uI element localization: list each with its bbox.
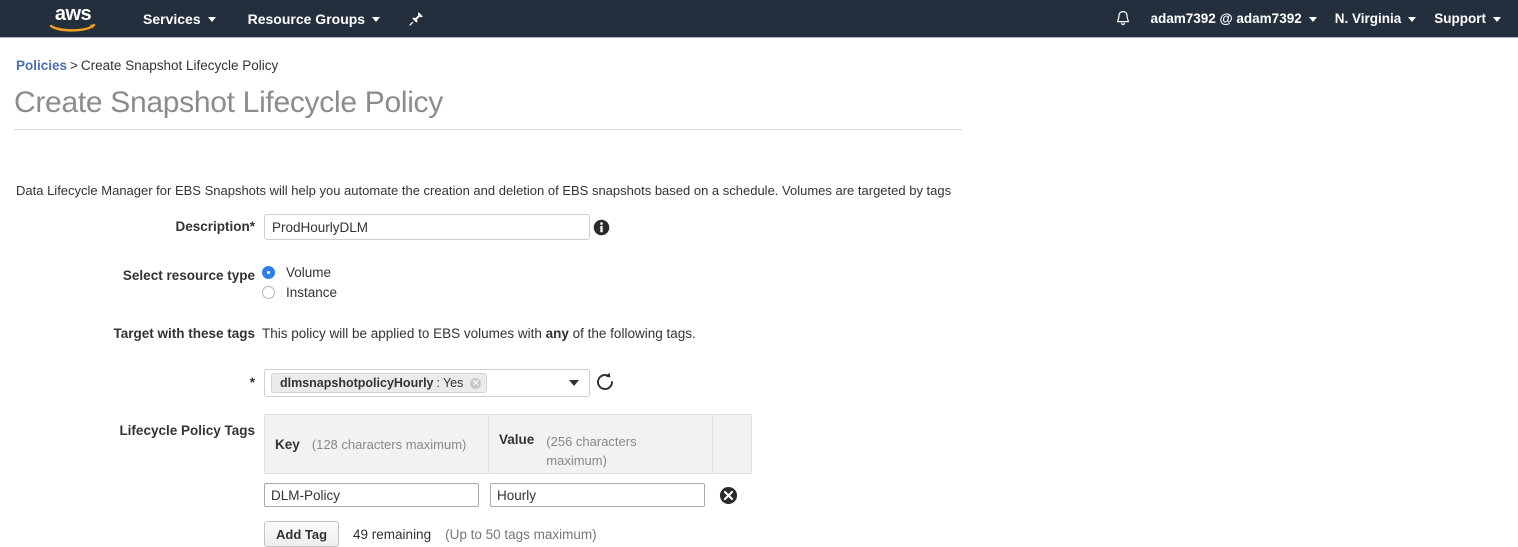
tags-max-hint: (Up to 50 tags maximum)	[445, 526, 597, 542]
nav-services-label: Services	[143, 10, 201, 27]
info-icon[interactable]	[593, 219, 610, 236]
radio-button-volume[interactable]	[262, 266, 275, 279]
breadcrumb-current: Create Snapshot Lifecycle Policy	[80, 58, 279, 73]
table-header-key-title: Key	[275, 436, 300, 452]
breadcrumb-separator: >	[70, 58, 78, 73]
tag-chip-separator: :	[436, 376, 440, 390]
close-icon[interactable]: ✕	[470, 377, 482, 389]
support-label: Support	[1434, 11, 1486, 26]
table-header-row: Key (128 characters maximum) Value (256 …	[264, 414, 752, 474]
tag-chip: dlmsnapshotpolicyHourly : Yes ✕	[271, 373, 488, 393]
breadcrumb-link-policies[interactable]: Policies	[16, 58, 67, 73]
page-title: Create Snapshot Lifecycle Policy	[14, 86, 962, 130]
lifecycle-tags-label: Lifecycle Policy Tags	[119, 423, 255, 438]
refresh-icon[interactable]	[594, 371, 616, 393]
table-header-value-title: Value	[499, 432, 535, 447]
resource-type-label: Select resource type	[122, 268, 255, 283]
tag-chip-value: Yes	[442, 376, 464, 390]
table-row	[264, 483, 752, 507]
table-header-value-hint: (256 characters maximum)	[546, 434, 637, 468]
lifecycle-tags-table: Key (128 characters maximum) Value (256 …	[264, 414, 752, 547]
target-tags-emphasis: any	[545, 326, 569, 341]
radio-option-volume[interactable]: Volume	[262, 263, 337, 282]
table-header-value: Value (256 characters maximum)	[489, 415, 713, 473]
notifications-button[interactable]	[1105, 0, 1141, 38]
tag-value-input[interactable]	[490, 483, 705, 507]
radio-option-instance[interactable]: Instance	[262, 283, 337, 302]
radio-button-instance[interactable]	[262, 286, 275, 299]
breadcrumb: Policies > Create Snapshot Lifecycle Polic…	[16, 58, 278, 73]
target-tags-text-after: of the following tags.	[568, 326, 696, 341]
account-label: adam7392 @ adam7392	[1150, 11, 1302, 26]
target-tags-label: Target with these tags	[113, 326, 255, 341]
nav-services[interactable]: Services	[134, 0, 225, 38]
description-label: Description*	[175, 219, 255, 234]
radio-label-volume: Volume	[286, 265, 332, 280]
top-navigation-bar: aws Services Resource Groups adam7392 @ …	[0, 0, 1518, 38]
table-header-key-hint: (128 characters maximum)	[311, 436, 467, 452]
account-menu[interactable]: adam7392 @ adam7392	[1141, 0, 1325, 38]
chevron-down-icon	[1408, 17, 1417, 22]
pushpin-icon	[409, 12, 423, 26]
table-header-actions	[713, 415, 751, 473]
nav-resource-groups[interactable]: Resource Groups	[239, 0, 389, 38]
pin-shortcut-button[interactable]	[401, 0, 432, 38]
chevron-down-icon[interactable]	[569, 380, 579, 386]
tag-chip-key: dlmsnapshotpolicyHourly	[280, 376, 434, 390]
target-tags-text-before: This policy will be applied to EBS volum…	[262, 326, 546, 341]
tags-remaining-count: 49 remaining	[353, 526, 432, 542]
aws-wordmark: aws	[54, 2, 92, 25]
tag-select-dropdown[interactable]: dlmsnapshotpolicyHourly : Yes ✕	[264, 369, 590, 397]
chevron-down-icon	[1493, 17, 1501, 22]
aws-logo[interactable]: aws	[46, 4, 100, 34]
chevron-down-icon	[1308, 17, 1317, 22]
chevron-down-icon	[372, 17, 381, 22]
radio-label-instance: Instance	[286, 285, 338, 300]
target-tags-description: This policy will be applied to EBS volum…	[262, 326, 696, 341]
resource-type-radio-group: Volume Instance	[262, 263, 337, 303]
tag-key-input[interactable]	[264, 483, 479, 507]
region-menu[interactable]: N. Virginia	[1326, 0, 1426, 38]
chevron-down-icon	[207, 17, 216, 22]
support-menu[interactable]: Support	[1425, 0, 1510, 38]
nav-resource-groups-label: Resource Groups	[247, 10, 366, 27]
aws-smile-icon	[50, 23, 96, 32]
bell-icon	[1117, 11, 1130, 26]
table-header-key: Key (128 characters maximum)	[265, 415, 489, 473]
description-input[interactable]	[264, 214, 590, 240]
delete-icon[interactable]	[719, 486, 738, 505]
tag-select-required-marker: *	[249, 375, 255, 390]
intro-description: Data Lifecycle Manager for EBS Snapshots…	[16, 183, 952, 198]
region-label: N. Virginia	[1334, 11, 1402, 26]
nav-right-group: adam7392 @ adam7392 N. Virginia Support	[1105, 0, 1518, 38]
